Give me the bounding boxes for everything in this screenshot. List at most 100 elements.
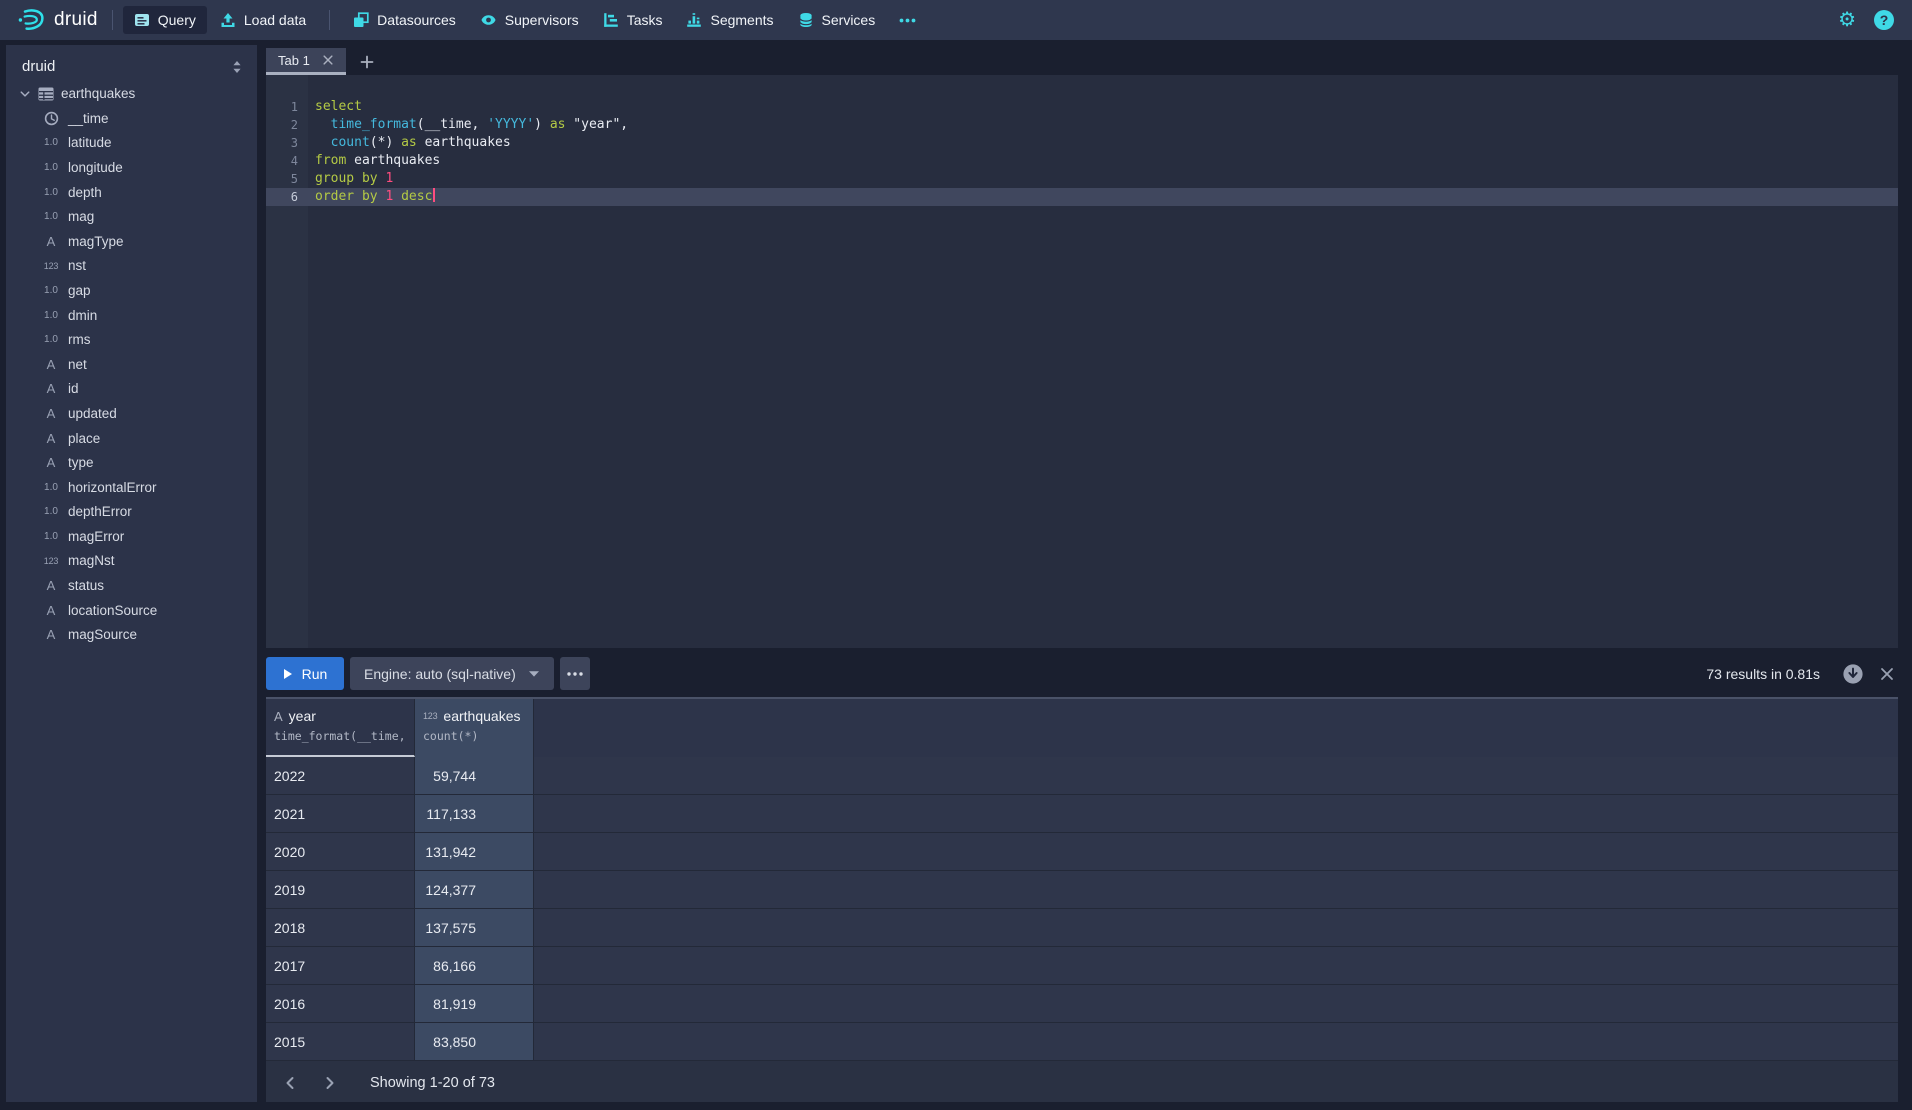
nav-item-label: Load data (244, 12, 306, 28)
druid-logo[interactable]: druid (14, 8, 102, 32)
add-tab-button[interactable] (360, 48, 374, 75)
brand-text: druid (54, 9, 98, 31)
datasource-name: earthquakes (61, 86, 135, 101)
results-header: A year time_format(__time, … 123 earthqu… (266, 699, 1898, 757)
cell-earthquakes[interactable]: 117,133 (415, 795, 534, 832)
prev-page-button[interactable] (276, 1072, 304, 1094)
float-type-icon: 1.0 (42, 211, 60, 222)
sidebar-column-locationSource[interactable]: AlocationSource (6, 598, 257, 623)
column-header-earthquakes[interactable]: 123 earthquakes count(*) (415, 699, 534, 757)
table-row[interactable]: 2020131,942 (266, 833, 1898, 871)
engine-select-button[interactable]: Engine: auto (sql-native) (350, 657, 554, 690)
float-type-icon: 1.0 (42, 531, 60, 542)
double-caret-vertical-icon[interactable] (231, 60, 243, 74)
cell-earthquakes[interactable]: 131,942 (415, 833, 534, 870)
sidebar-column-updated[interactable]: Aupdated (6, 401, 257, 426)
sidebar-column-nst[interactable]: 123nst (6, 254, 257, 279)
nav-item-more[interactable] (888, 12, 927, 29)
tab-close-icon[interactable] (322, 54, 334, 66)
cell-earthquakes[interactable]: 59,744 (415, 757, 534, 794)
sidebar-column-__time[interactable]: __time (6, 106, 257, 131)
close-results-button[interactable] (1880, 667, 1894, 681)
sidebar-column-rms[interactable]: 1.0rms (6, 327, 257, 352)
nav-item-services[interactable]: Services (787, 6, 887, 34)
sidebar-column-mag[interactable]: 1.0mag (6, 204, 257, 229)
nav-item-tasks[interactable]: Tasks (592, 6, 674, 34)
results-panel: A year time_format(__time, … 123 earthqu… (266, 697, 1898, 1102)
nav-item-load-data[interactable]: Load data (209, 6, 317, 34)
tab-1[interactable]: Tab 1 (266, 48, 346, 75)
nav-item-query[interactable]: Query (123, 6, 207, 34)
chevron-down-icon[interactable] (19, 88, 31, 100)
sidebar-column-net[interactable]: Anet (6, 352, 257, 377)
download-results-button[interactable] (1842, 663, 1864, 685)
sidebar-column-depth[interactable]: 1.0depth (6, 180, 257, 205)
cell-earthquakes[interactable]: 124,377 (415, 871, 534, 908)
cell-earthquakes[interactable]: 86,166 (415, 947, 534, 984)
sidebar-column-magError[interactable]: 1.0magError (6, 524, 257, 549)
table-row[interactable]: 202259,744 (266, 757, 1898, 795)
sidebar-column-longitude[interactable]: 1.0longitude (6, 155, 257, 180)
int-type-icon: 123 (42, 556, 60, 566)
nav-menu: Query Load data DatasourcesSupervisorsTask… (123, 6, 927, 34)
help-icon[interactable]: ? (1874, 10, 1894, 30)
druid-logo-icon (18, 8, 45, 32)
cell-earthquakes[interactable]: 137,575 (415, 909, 534, 946)
sidebar-column-place[interactable]: Aplace (6, 426, 257, 451)
table-icon (38, 87, 54, 101)
sidebar-column-horizontalError[interactable]: 1.0horizontalError (6, 475, 257, 500)
column-label: depth (68, 185, 102, 200)
column-list: __time1.0latitude1.0longitude1.0depth1.0… (6, 106, 257, 647)
sidebar-column-magSource[interactable]: AmagSource (6, 622, 257, 647)
float-type-icon: 1.0 (42, 285, 60, 296)
cell-earthquakes[interactable]: 81,919 (415, 985, 534, 1022)
sql-editor[interactable]: 1select2 time_format(__time, 'YYYY') as … (266, 75, 1898, 648)
sidebar-column-latitude[interactable]: 1.0latitude (6, 131, 257, 156)
column-label: depthError (68, 504, 132, 519)
column-label: rms (68, 332, 91, 347)
next-page-button[interactable] (316, 1072, 344, 1094)
column-header-year[interactable]: A year time_format(__time, … (266, 699, 415, 757)
run-button[interactable]: Run (266, 657, 344, 690)
sidebar-column-magNst[interactable]: 123magNst (6, 549, 257, 574)
nav-item-datasources[interactable]: Datasources (342, 6, 467, 34)
sidebar-column-status[interactable]: Astatus (6, 573, 257, 598)
table-row[interactable]: 2019124,377 (266, 871, 1898, 909)
nav-item-segments[interactable]: Segments (675, 6, 784, 34)
cell-year[interactable]: 2018 (266, 909, 415, 946)
sidebar-column-magType[interactable]: AmagType (6, 229, 257, 254)
float-type-icon: 1.0 (42, 482, 60, 493)
nav-item-label: Query (158, 12, 196, 28)
nav-item-supervisors[interactable]: Supervisors (469, 6, 590, 34)
code-line-4: 4from earthquakes (266, 152, 1898, 170)
table-row[interactable]: 201583,850 (266, 1023, 1898, 1061)
table-row[interactable]: 201681,919 (266, 985, 1898, 1023)
cell-year[interactable]: 2015 (266, 1023, 415, 1060)
string-type-icon: A (42, 381, 60, 396)
sidebar-datasource-earthquakes[interactable]: earthquakes (6, 81, 257, 106)
datasources-icon (353, 12, 369, 28)
cell-year[interactable]: 2019 (266, 871, 415, 908)
sidebar-column-gap[interactable]: 1.0 gap (6, 278, 257, 303)
cell-earthquakes[interactable]: 83,850 (415, 1023, 534, 1060)
cell-year[interactable]: 2016 (266, 985, 415, 1022)
nav-item-label: Segments (710, 12, 773, 28)
settings-gear-icon[interactable]: ⚙ (1838, 10, 1856, 30)
cell-year[interactable]: 2021 (266, 795, 415, 832)
sidebar-column-type[interactable]: Atype (6, 450, 257, 475)
string-type-icon: A (42, 578, 60, 593)
schema-header[interactable]: druid (6, 45, 257, 81)
sidebar-column-dmin[interactable]: 1.0dmin (6, 303, 257, 328)
table-row[interactable]: 2018137,575 (266, 909, 1898, 947)
cell-year[interactable]: 2017 (266, 947, 415, 984)
query-more-button[interactable] (560, 657, 590, 690)
sidebar-column-depthError[interactable]: 1.0depthError (6, 500, 257, 525)
string-type-icon: A (274, 709, 283, 724)
table-row[interactable]: 2021117,133 (266, 795, 1898, 833)
cell-year[interactable]: 2022 (266, 757, 415, 794)
table-row[interactable]: 201786,166 (266, 947, 1898, 985)
code-line-6: 6order by 1 desc (266, 188, 1898, 206)
sidebar-column-id[interactable]: Aid (6, 377, 257, 402)
cell-year[interactable]: 2020 (266, 833, 415, 870)
column-label: gap (68, 283, 91, 298)
